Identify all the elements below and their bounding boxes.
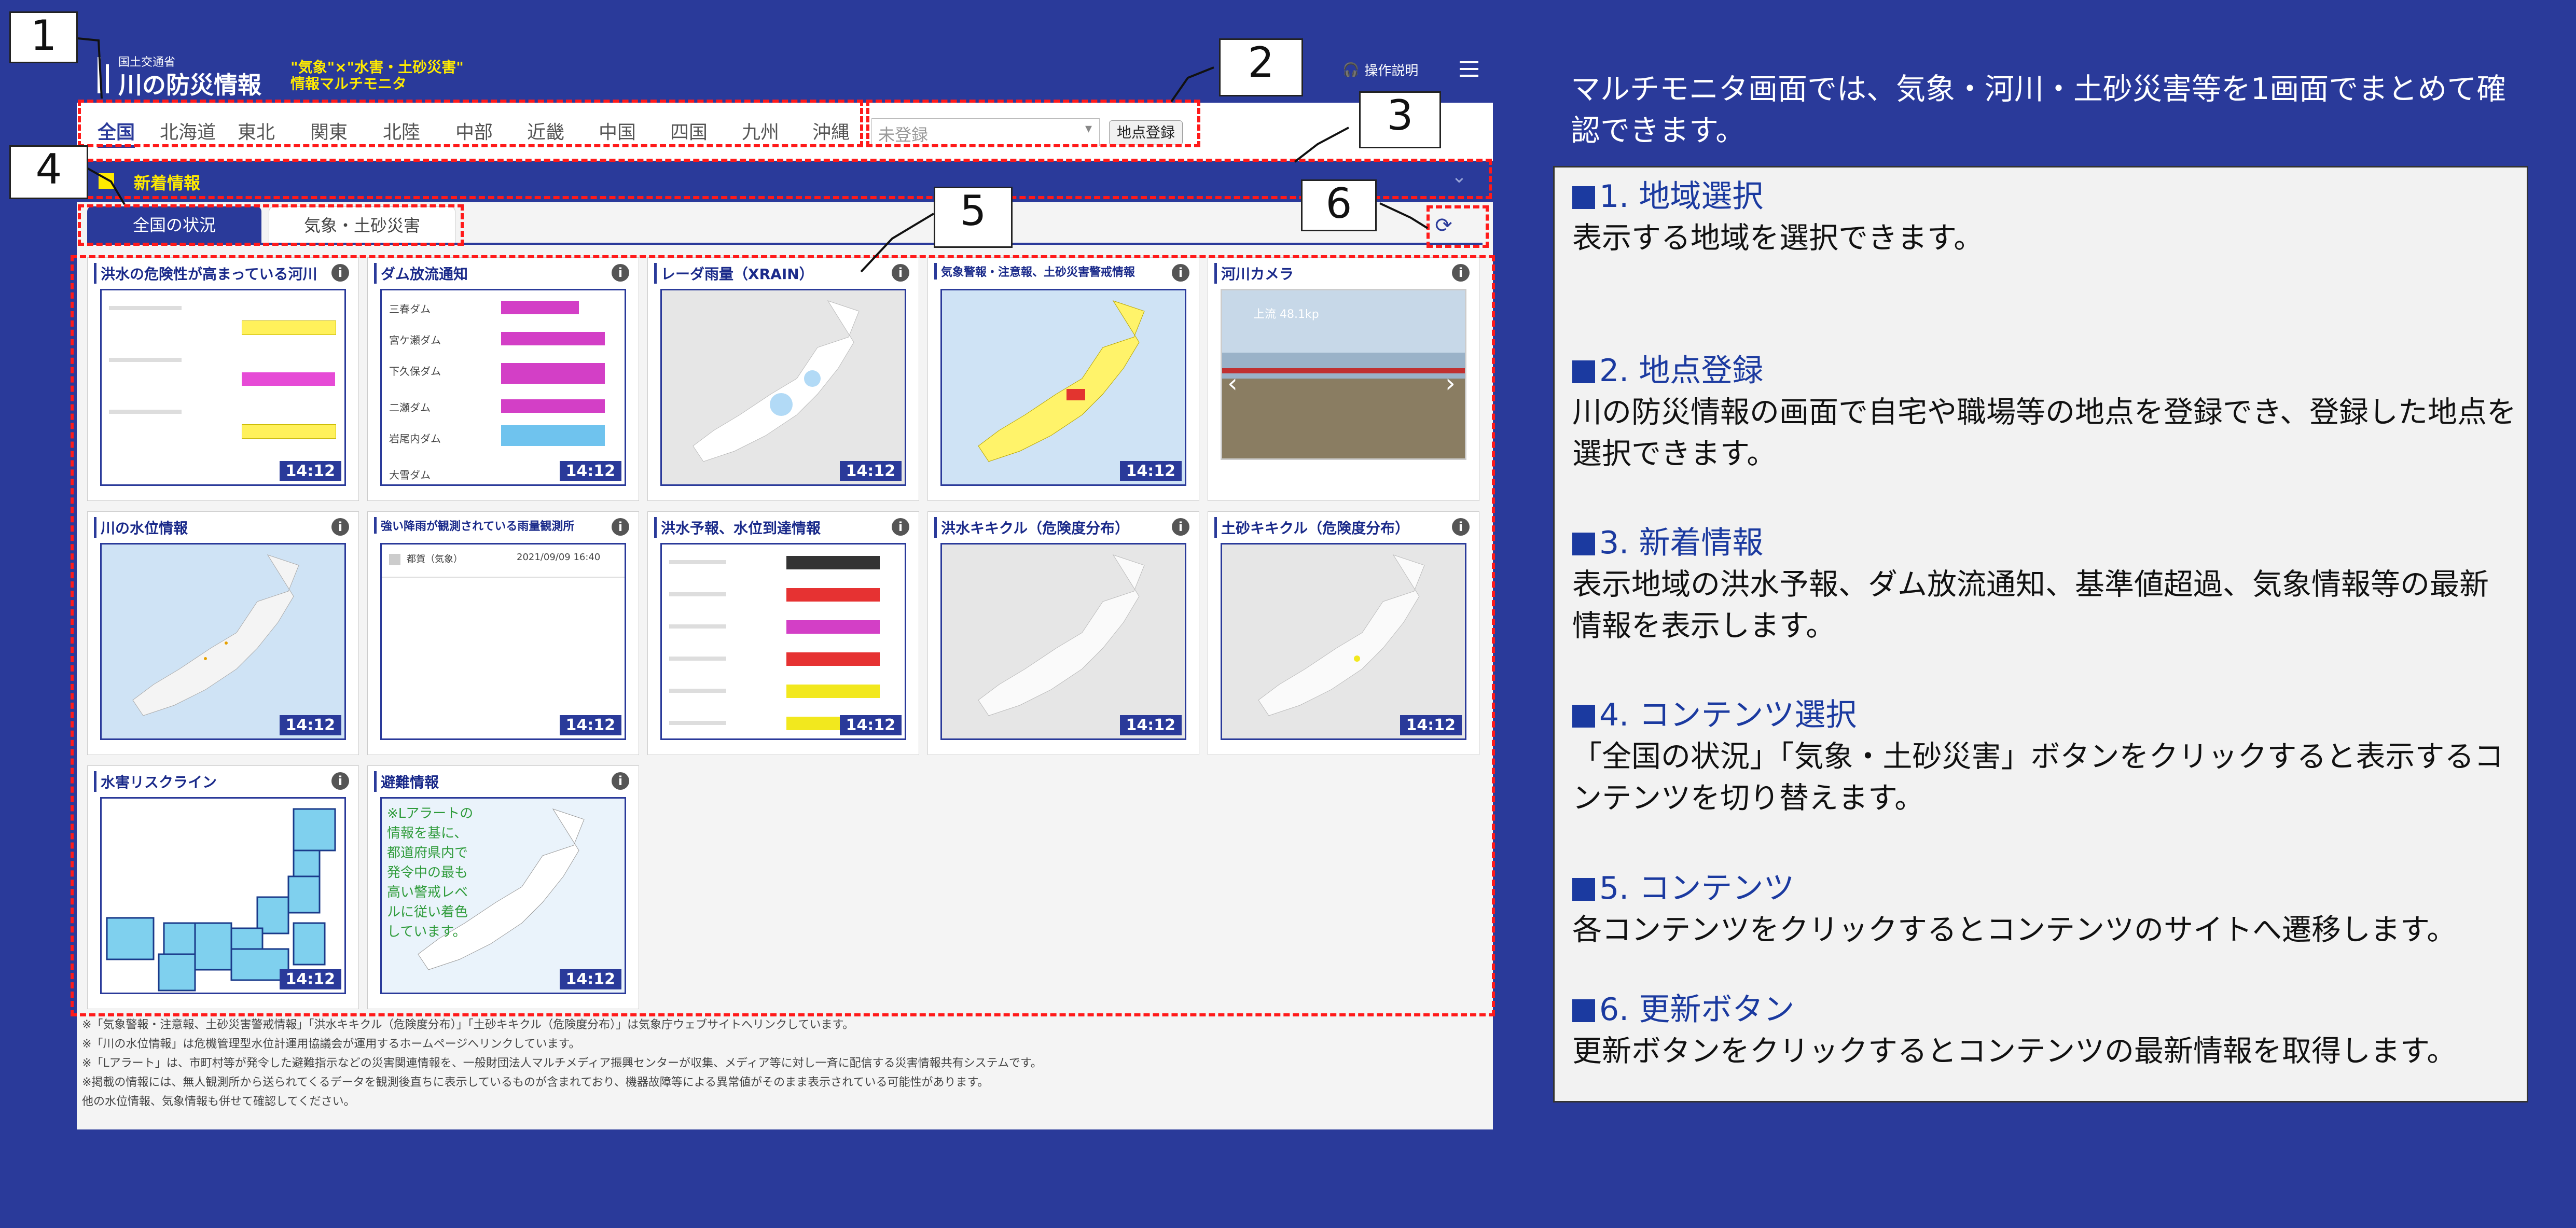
section-news: 3. 新着情報 表示地域の洪水予報、ダム放流通知、基準値超過、気象情報等の最新情…: [1572, 522, 2516, 647]
callout-1: 1: [9, 11, 78, 63]
section-region-select: 1. 地域選択 表示する地域を選択できます。: [1572, 176, 2516, 259]
section-heading: 3. 新着情報: [1599, 525, 1764, 561]
square-bullet-icon: [1572, 360, 1595, 383]
section-body: 更新ボタンをクリックするとコンテンツの最新情報を取得します。: [1572, 1034, 2457, 1068]
section-body: 川の防災情報の画面で自宅や職場等の地点を登録でき、登録した地点を選択できます。: [1572, 395, 2517, 471]
section-content-select: 4. コンテンツ選択 「全国の状況」「気象・土砂災害」ボタンをクリックすると表示…: [1572, 694, 2516, 819]
section-heading: 5. コンテンツ: [1599, 870, 1795, 906]
square-bullet-icon: [1572, 878, 1595, 901]
section-heading: 6. 更新ボタン: [1599, 992, 1795, 1028]
intro-text: マルチモニタ画面では、気象・河川・土砂災害等を1画面でまとめて確認できます。: [1571, 72, 2506, 148]
section-point-register: 2. 地点登録 川の防災情報の画面で自宅や職場等の地点を登録でき、登録した地点を…: [1572, 350, 2516, 475]
section-heading: 2. 地点登録: [1599, 353, 1764, 389]
section-contents: 5. コンテンツ 各コンテンツをクリックするとコンテンツのサイトへ遷移します。: [1572, 868, 2516, 951]
section-refresh: 6. 更新ボタン 更新ボタンをクリックするとコンテンツの最新情報を取得します。: [1572, 989, 2516, 1072]
square-bullet-icon: [1572, 705, 1595, 728]
explanation-panel: 1. 地域選択 表示する地域を選択できます。 2. 地点登録 川の防災情報の画面…: [1553, 166, 2528, 1103]
section-body: 表示地域の洪水予報、ダム放流通知、基準値超過、気象情報等の最新情報を表示します。: [1572, 567, 2489, 643]
section-body: 表示する地域を選択できます。: [1572, 221, 1984, 255]
section-body: 各コンテンツをクリックするとコンテンツのサイトへ遷移します。: [1572, 913, 2457, 947]
callout-3: 3: [1359, 91, 1441, 148]
callout-5: 5: [934, 187, 1013, 248]
callout-4: 4: [9, 145, 88, 199]
section-heading: 1. 地域選択: [1599, 178, 1764, 215]
section-heading: 4. コンテンツ選択: [1599, 697, 1857, 733]
square-bullet-icon: [1572, 999, 1595, 1022]
square-bullet-icon: [1572, 533, 1595, 555]
callout-2: 2: [1219, 38, 1303, 96]
square-bullet-icon: [1572, 186, 1595, 209]
section-body: 「全国の状況」「気象・土砂災害」ボタンをクリックすると表示するコンテンツを切り替…: [1572, 739, 2504, 815]
callout-6: 6: [1301, 179, 1377, 231]
